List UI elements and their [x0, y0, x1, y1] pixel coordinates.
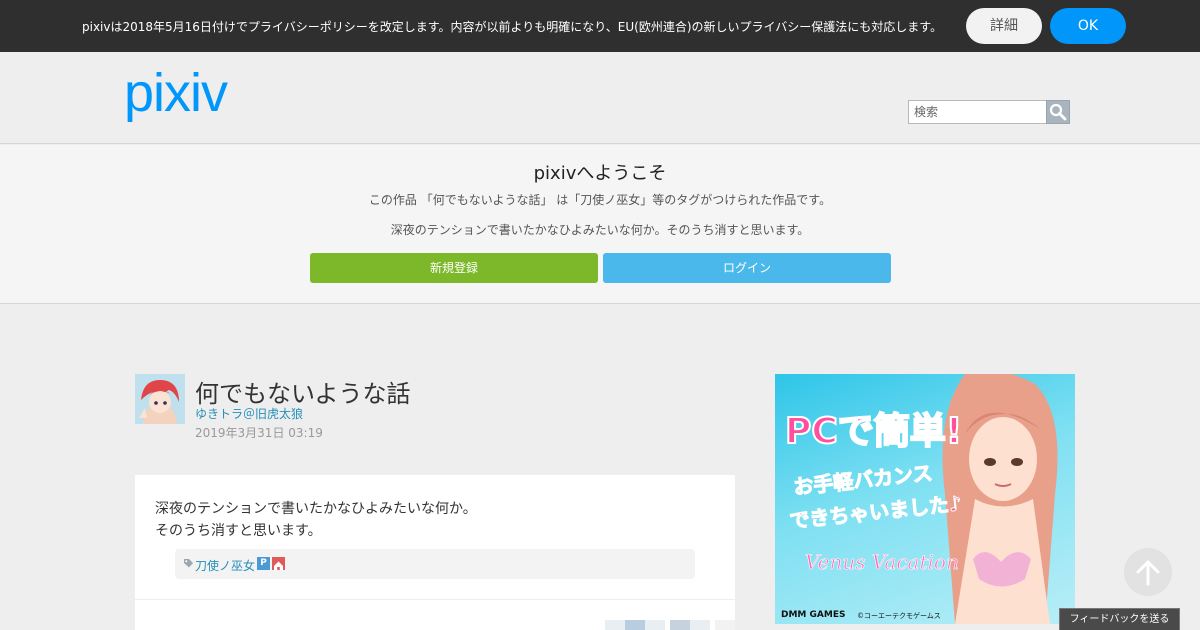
house-icon[interactable]: [272, 557, 285, 570]
ad-headline: PCで簡単!: [784, 410, 963, 453]
caption-line: 深夜のテンションで書いたかなひよみたいな何か。: [155, 501, 477, 517]
caption-card: 深夜のテンションで書いたかなひよみたいな何か。 そのうち消すと思います。 刀使ノ…: [135, 475, 735, 630]
toolbar-button[interactable]: [625, 620, 645, 630]
toolbar-button[interactable]: [605, 620, 625, 630]
ad-copyright: ©コーエーテクモゲームス: [857, 612, 941, 620]
privacy-notice-bar: pixivは2018年5月16日付けでプライバシーポリシーを改定します。内容が以…: [0, 0, 1200, 52]
house-glyph-icon: [274, 561, 283, 570]
search-button[interactable]: [1046, 100, 1070, 124]
avatar-image: [135, 374, 185, 424]
toolbar-button[interactable]: [645, 620, 665, 630]
pixiv-logo[interactable]: pixiv: [124, 66, 228, 120]
welcome-title: pixivへようこそ: [533, 163, 667, 184]
welcome-caption: 深夜のテンションで書いたかなひよみたいな何か。そのうち消すと思います。: [390, 223, 810, 237]
search-icon: [1049, 103, 1067, 121]
tag-icon: [184, 559, 193, 568]
list-icon[interactable]: [715, 620, 735, 630]
advertisement-banner[interactable]: PCで簡単! お手軽バカンス できちゃいました♪ Venus Vacation …: [775, 374, 1075, 624]
details-button[interactable]: 詳細: [966, 8, 1042, 44]
privacy-notice-text: pixivは2018年5月16日付けでプライバシーポリシーを改定します。内容が以…: [82, 20, 943, 34]
arrow-up-icon: [1136, 560, 1160, 586]
caption-line: そのうち消すと思います。: [155, 523, 322, 539]
feedback-button[interactable]: フィードバックを送る: [1059, 608, 1180, 630]
site-header: pixiv: [0, 52, 1200, 144]
welcome-panel: pixivへようこそ この作品 「何でもないような話」 は「刀使ノ巫女」等のタグ…: [0, 145, 1200, 304]
signup-button[interactable]: 新規登録: [310, 253, 598, 283]
ad-brand: DMM GAMES: [781, 610, 846, 620]
toolbar-button[interactable]: [670, 620, 690, 630]
card-divider: [135, 599, 735, 600]
tag-list: 刀使ノ巫女 P: [175, 549, 695, 579]
author-avatar[interactable]: [135, 374, 185, 424]
pixpedia-icon[interactable]: P: [257, 557, 270, 570]
author-name-link[interactable]: ゆきトラ＠旧虎太狼: [195, 405, 303, 422]
search-input[interactable]: [908, 100, 1047, 124]
work-title: 何でもないような話: [195, 380, 411, 408]
welcome-description: この作品 「何でもないような話」 は「刀使ノ巫女」等のタグがつけられた作品です。: [368, 193, 832, 207]
tag-link[interactable]: 刀使ノ巫女: [195, 557, 255, 574]
post-date: 2019年3月31日 03:19: [195, 426, 323, 440]
toolbar-button[interactable]: [690, 620, 710, 630]
login-button[interactable]: ログイン: [603, 253, 891, 283]
ok-button[interactable]: OK: [1050, 8, 1126, 44]
ad-game-logo: Venus Vacation: [805, 550, 959, 575]
back-to-top-button[interactable]: [1124, 548, 1172, 596]
